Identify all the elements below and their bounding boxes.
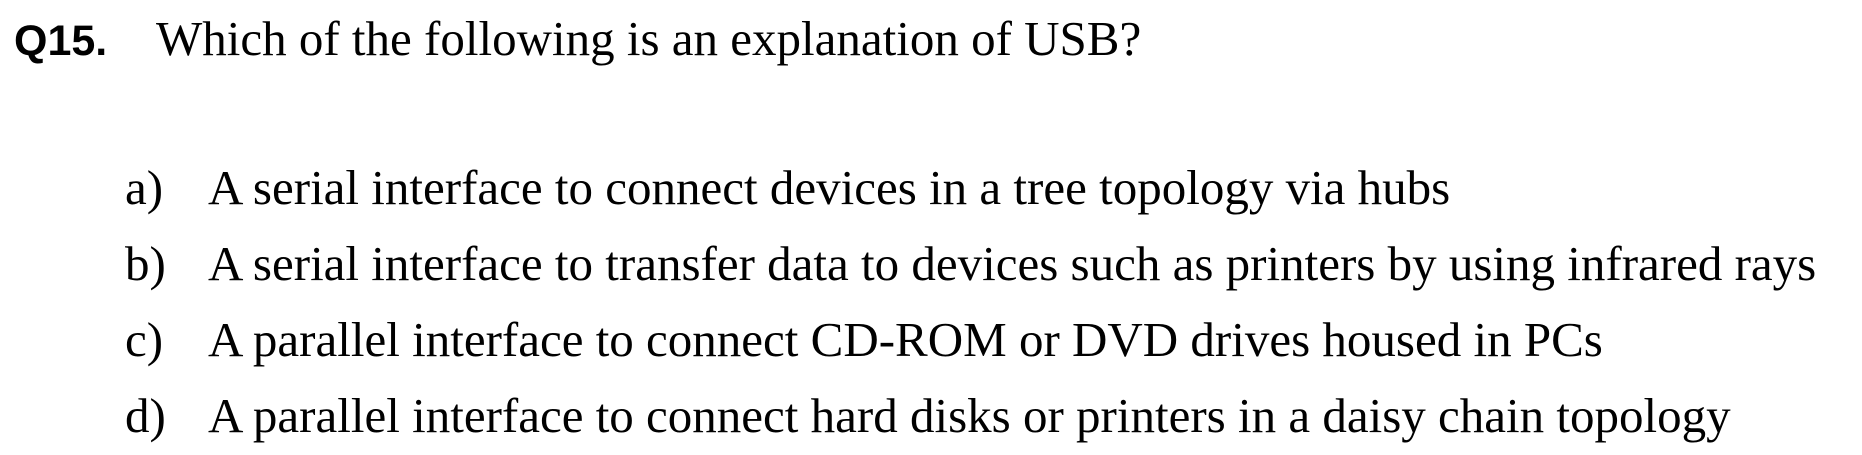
option-text: A serial interface to connect devices in… <box>208 160 1451 215</box>
question-header: Q15. Which of the following is an explana… <box>14 4 1141 74</box>
question-number: Q15. <box>14 17 108 65</box>
option-label: c) <box>125 312 164 367</box>
option-text: A parallel interface to connect hard dis… <box>208 388 1731 443</box>
answer-option-c: c) A parallel interface to connect CD-ROM… <box>125 302 1816 378</box>
answer-option-a: a) A serial interface to connect devices … <box>125 150 1816 226</box>
question-text: Which of the following is an explanation… <box>156 11 1142 66</box>
option-label: a) <box>125 160 164 215</box>
answer-option-b: b) A serial interface to transfer data to… <box>125 226 1816 302</box>
option-text: A serial interface to transfer data to d… <box>208 236 1817 291</box>
option-text: A parallel interface to connect CD-ROM o… <box>208 312 1603 367</box>
answer-options-list: a) A serial interface to connect devices … <box>125 150 1816 454</box>
option-label: b) <box>125 236 166 291</box>
answer-option-d: d) A parallel interface to connect hard d… <box>125 378 1816 454</box>
option-label: d) <box>125 388 166 443</box>
